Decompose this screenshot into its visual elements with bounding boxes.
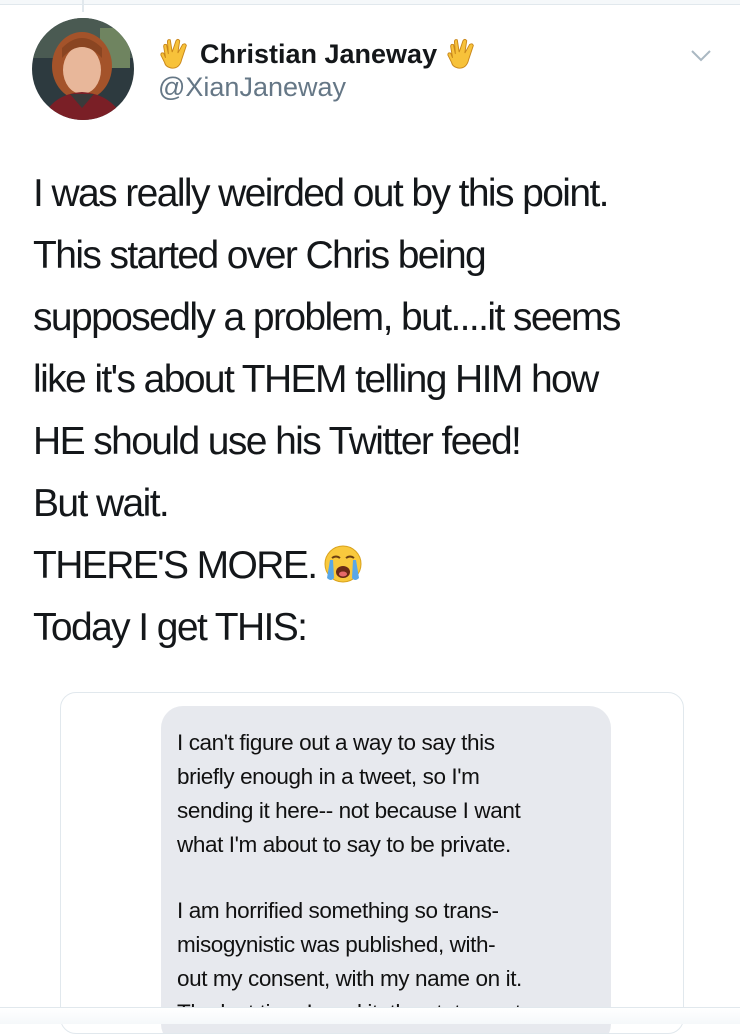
message-line: sending it here-- not because I want — [177, 798, 521, 823]
message-line: briefly enough in a tweet, so I'm — [177, 764, 480, 789]
message-line: misogynistic was published, with- — [177, 932, 496, 957]
tweet-line-with-emoji: THERE'S MORE. — [33, 535, 723, 597]
tweet-line: This started over Chris being — [33, 234, 487, 277]
message-line: I am horrified something so trans- — [177, 898, 499, 923]
tweet-line: supposedly a problem, but....it seems — [33, 296, 621, 339]
tweet-line: I was really weirded out by this point. — [33, 172, 610, 215]
avatar[interactable] — [32, 18, 134, 120]
vulcan-salute-icon — [160, 38, 187, 69]
author-name-row: Christian Janeway — [158, 34, 479, 74]
tweet-header: Christian Janeway @XianJaneway — [32, 18, 722, 126]
tweet-line: HE should use his Twitter feed! — [33, 420, 522, 463]
tweet-line: Today I get THIS: — [33, 606, 308, 649]
author-handle[interactable]: @XianJaneway — [158, 72, 346, 103]
tweet-bottom-edge — [0, 1007, 740, 1024]
tweet-line: like it's about THEM telling HIM how — [33, 358, 599, 401]
loudly-crying-face-icon — [324, 545, 362, 583]
vulcan-salute-icon — [447, 38, 474, 69]
message-paragraph: I can't figure out a way to say this bri… — [177, 726, 595, 862]
message-line: what I'm about to say to be private. — [177, 832, 511, 857]
attached-image-card[interactable]: I can't figure out a way to say this bri… — [60, 692, 684, 1034]
author-display-name[interactable]: Christian Janeway — [200, 39, 437, 70]
tweet-line: THERE'S MORE. — [33, 544, 318, 587]
avatar-photo — [32, 18, 134, 120]
previous-tweet-divider — [0, 0, 740, 12]
message-bubble: I can't figure out a way to say this bri… — [161, 706, 611, 1033]
tweet-text: I was really weirded out by this point. … — [33, 163, 723, 659]
message-line: I can't figure out a way to say this — [177, 730, 495, 755]
tweet-line: But wait. — [33, 482, 170, 525]
chevron-down-icon[interactable] — [688, 42, 714, 68]
message-line: out my consent, with my name on it. — [177, 966, 522, 991]
